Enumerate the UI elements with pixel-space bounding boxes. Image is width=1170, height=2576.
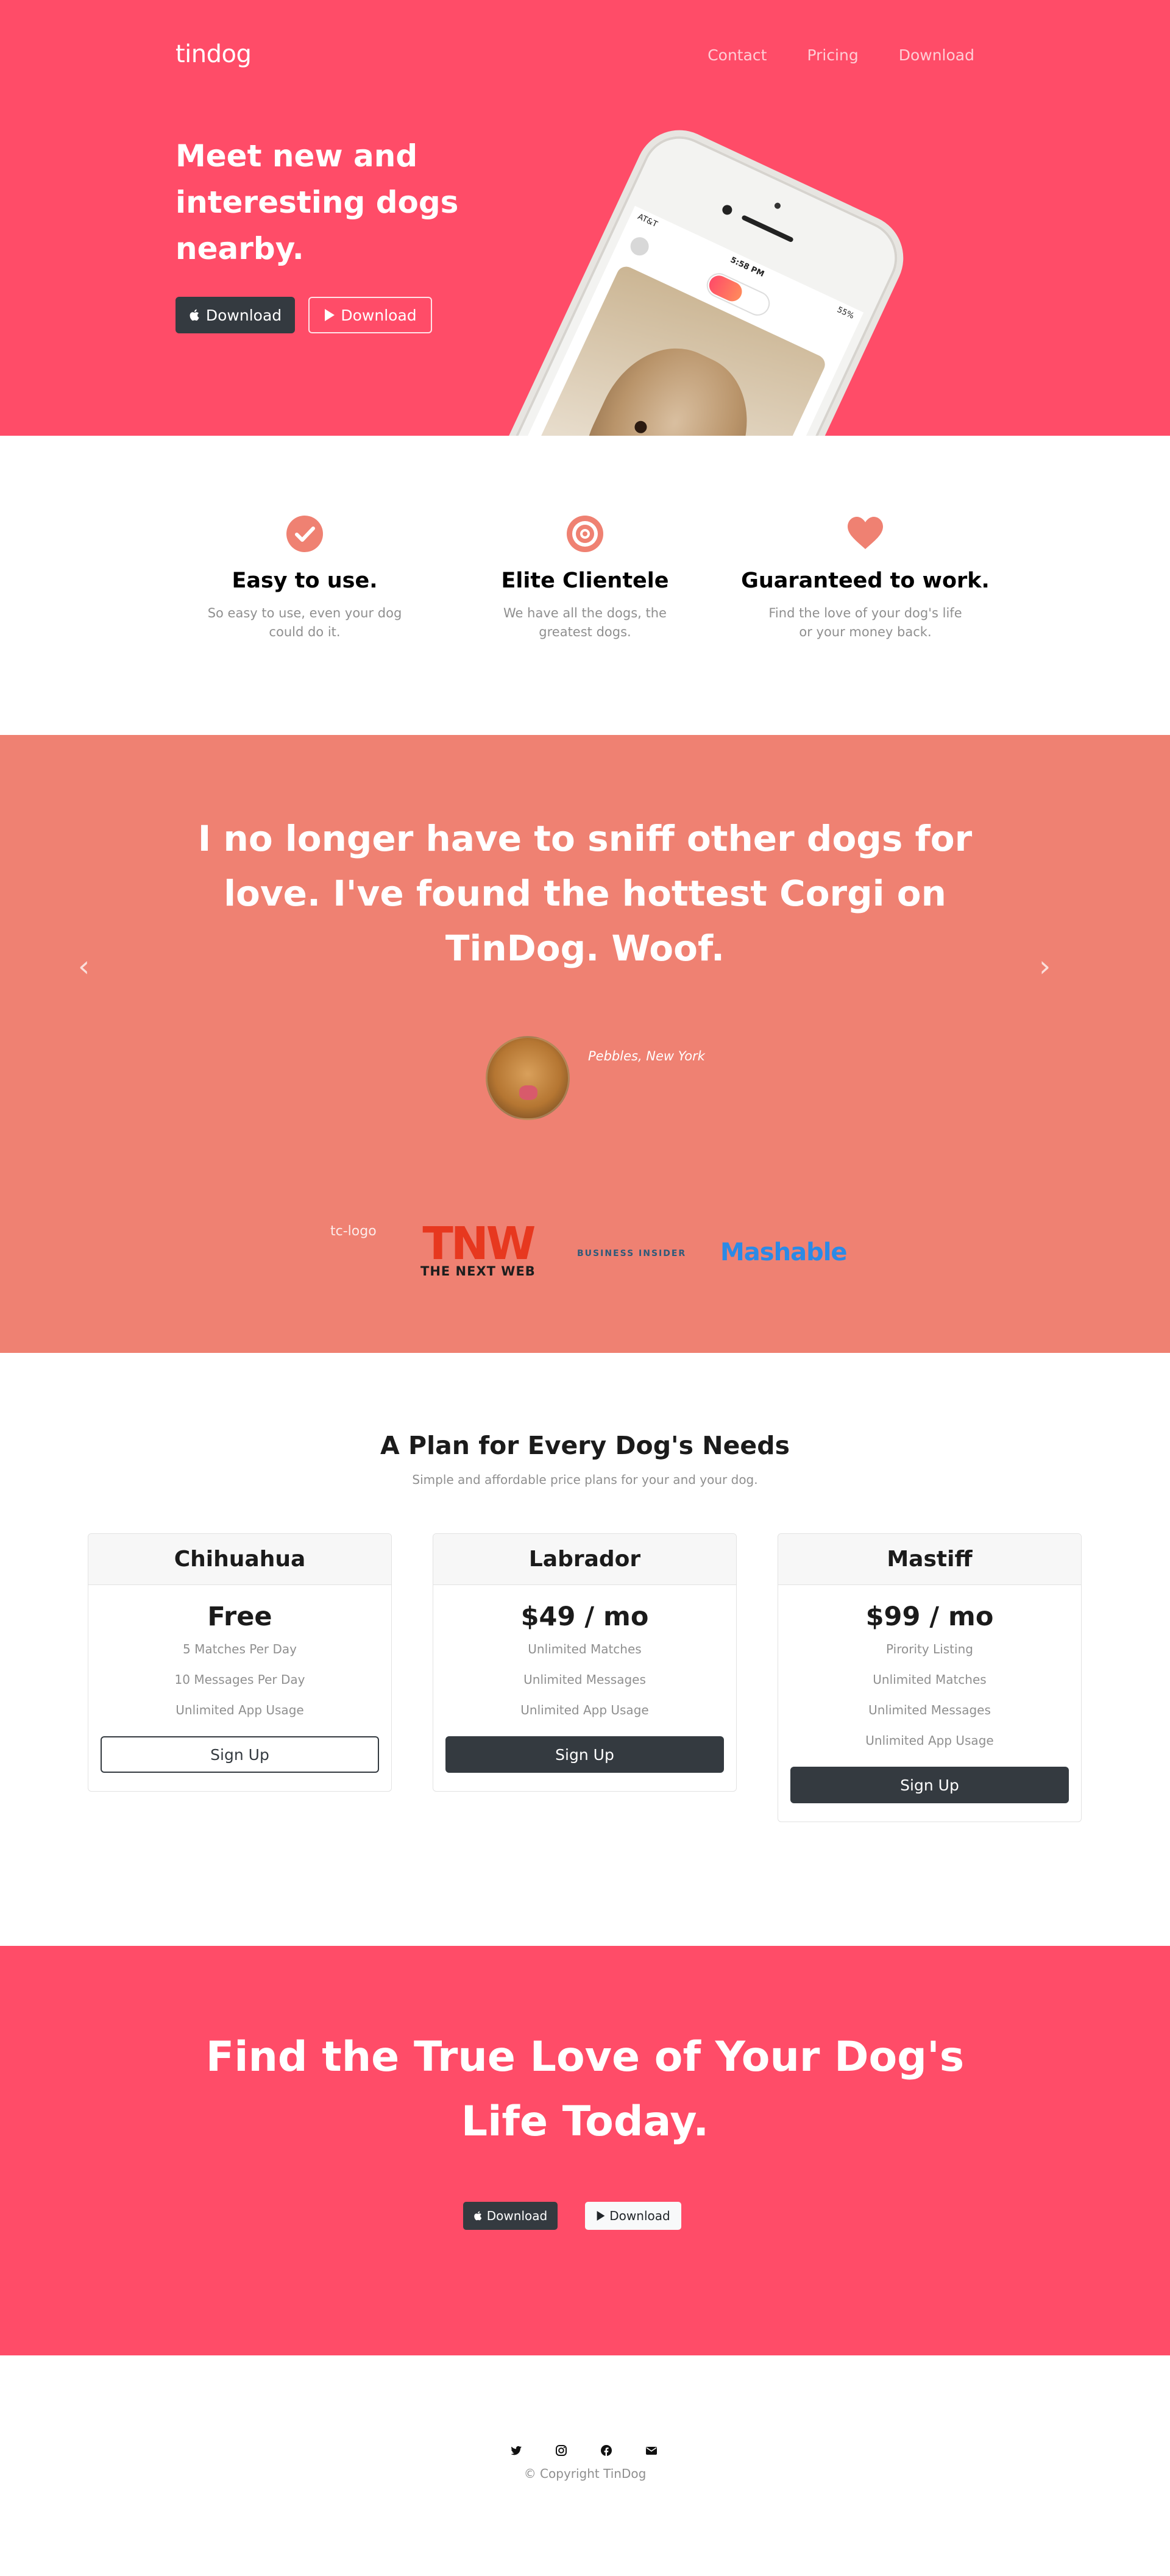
avatar-tongue bbox=[519, 1085, 537, 1100]
press-logo-mashable: Mashable bbox=[720, 1238, 848, 1266]
plan-feature: 5 Matches Per Day bbox=[183, 1642, 297, 1656]
bullseye-icon bbox=[567, 516, 603, 552]
phone-camera bbox=[720, 203, 734, 217]
testimonial-avatar bbox=[486, 1036, 570, 1120]
plan-card-mastiff: Mastiff $99 / mo Pirority Listing Unlimi… bbox=[778, 1533, 1082, 1822]
signup-button[interactable]: Sign Up bbox=[445, 1736, 724, 1773]
feature-text: We have all the dogs, the greatest dogs. bbox=[503, 606, 667, 639]
tnw-mark: TNW bbox=[422, 1218, 536, 1270]
phone-sensor bbox=[773, 202, 782, 210]
footer: © Copyright TinDog bbox=[0, 2355, 1170, 2576]
plan-feature: Unlimited App Usage bbox=[865, 1733, 994, 1748]
feature-text: Find the love of your dog's life or your… bbox=[768, 606, 962, 639]
twitter-icon[interactable] bbox=[510, 2444, 522, 2457]
feature-title: Elite Clientele bbox=[501, 569, 669, 593]
flame-toggle-icon bbox=[706, 272, 745, 305]
envelope-icon[interactable] bbox=[645, 2444, 658, 2457]
press-logo-business-insider: BUSINESS INSIDER bbox=[577, 1249, 687, 1258]
hero-heading: Meet new and interesting dogs nearby. bbox=[176, 138, 459, 266]
pricing-title: A Plan for Every Dog's Needs bbox=[380, 1431, 790, 1460]
cta-apple-label: Download bbox=[486, 2209, 548, 2223]
plan-card-chihuahua: Chihuahua Free 5 Matches Per Day 10 Mess… bbox=[88, 1533, 392, 1792]
plan-name: Labrador bbox=[433, 1534, 736, 1585]
plan-feature: Unlimited App Usage bbox=[520, 1703, 649, 1717]
features-section: Easy to use. So easy to use, even your d… bbox=[0, 436, 1170, 735]
plan-body: Free 5 Matches Per Day 10 Messages Per D… bbox=[88, 1585, 391, 1791]
google-play-download-button[interactable]: Download bbox=[308, 297, 432, 333]
feature-guaranteed: Guaranteed to work. Find the love of you… bbox=[737, 515, 993, 642]
plan-card-labrador: Labrador $49 / mo Unlimited Matches Unli… bbox=[433, 1533, 737, 1792]
instagram-icon[interactable] bbox=[555, 2444, 567, 2457]
plan-price: Free bbox=[207, 1602, 272, 1632]
feature-title: Easy to use. bbox=[232, 569, 378, 593]
plan-feature: Unlimited Messages bbox=[868, 1703, 991, 1717]
carousel-next-icon[interactable]: › bbox=[1039, 952, 1063, 981]
testimonial-section: ‹ › I no longer have to sniff other dogs… bbox=[0, 735, 1170, 1353]
feature-text: So easy to use, even your dog could do i… bbox=[207, 606, 402, 639]
facebook-icon[interactable] bbox=[600, 2444, 612, 2457]
nav-link-contact[interactable]: Contact bbox=[707, 46, 767, 64]
phone-time: 5:58 PM bbox=[729, 255, 766, 279]
dog-face bbox=[562, 325, 773, 436]
press-logo-techcrunch: tc-logo bbox=[330, 1224, 377, 1239]
phone-carrier: AT&T bbox=[636, 212, 659, 230]
plan-feature: Unlimited App Usage bbox=[176, 1703, 304, 1717]
plan-feature: Unlimited Messages bbox=[523, 1672, 646, 1687]
tnw-wordmark: THE NEXT WEB bbox=[420, 1264, 536, 1279]
feature-elite: Elite Clientele We have all the dogs, th… bbox=[457, 515, 713, 642]
plan-price: $49 / mo bbox=[520, 1602, 649, 1632]
heart-icon bbox=[848, 517, 883, 549]
cta-section: Find the True Love of Your Dog's Life To… bbox=[0, 1946, 1170, 2355]
plan-body: $99 / mo Pirority Listing Unlimited Matc… bbox=[778, 1585, 1081, 1822]
pricing-section: A Plan for Every Dog's Needs Simple and … bbox=[0, 1353, 1170, 1946]
apple-download-button[interactable]: Download bbox=[176, 297, 295, 333]
feature-title: Guaranteed to work. bbox=[741, 569, 990, 593]
pricing-subtitle: Simple and affordable price plans for yo… bbox=[412, 1472, 758, 1487]
brand-logo[interactable]: tindog bbox=[176, 40, 252, 68]
cta-google-label: Download bbox=[609, 2209, 670, 2223]
cta-apple-download-button[interactable]: Download bbox=[463, 2202, 558, 2230]
top-nav: Contact Pricing Download bbox=[707, 46, 974, 64]
profile-icon bbox=[627, 234, 652, 259]
apple-download-label: Download bbox=[205, 306, 282, 324]
social-links bbox=[510, 2444, 658, 2457]
play-icon bbox=[597, 2211, 605, 2221]
plan-feature: Unlimited Matches bbox=[528, 1642, 642, 1656]
plan-feature: Unlimited Matches bbox=[873, 1672, 987, 1687]
signup-button[interactable]: Sign Up bbox=[101, 1736, 379, 1773]
dog-eye-left bbox=[633, 419, 649, 436]
carousel-prev-icon[interactable]: ‹ bbox=[78, 952, 102, 981]
plan-body: $49 / mo Unlimited Matches Unlimited Mes… bbox=[433, 1585, 736, 1791]
phone-battery: 55% bbox=[835, 305, 856, 321]
plan-feature: 10 Messages Per Day bbox=[174, 1672, 305, 1687]
plan-name: Mastiff bbox=[778, 1534, 1081, 1585]
plan-feature: Pirority Listing bbox=[886, 1642, 973, 1656]
testimonial-quote: I no longer have to sniff other dogs for… bbox=[197, 818, 973, 969]
hero-section: tindog Contact Pricing Download Meet new… bbox=[0, 0, 1170, 436]
plan-price: $99 / mo bbox=[865, 1602, 994, 1632]
nav-link-download[interactable]: Download bbox=[899, 46, 974, 64]
plan-name: Chihuahua bbox=[88, 1534, 391, 1585]
play-icon bbox=[325, 309, 335, 321]
feature-easy: Easy to use. So easy to use, even your d… bbox=[177, 515, 433, 642]
cta-google-play-download-button[interactable]: Download bbox=[585, 2202, 681, 2230]
google-download-label: Download bbox=[341, 306, 417, 324]
apple-icon bbox=[190, 309, 199, 321]
copyright-text: © Copyright TinDog bbox=[523, 2466, 647, 2481]
cta-title: Find the True Love of Your Dog's Life To… bbox=[205, 2033, 965, 2146]
signup-button[interactable]: Sign Up bbox=[790, 1767, 1069, 1803]
check-circle-icon bbox=[286, 516, 323, 552]
apple-icon bbox=[474, 2211, 481, 2221]
press-logo-tnw: TNW THE NEXT WEB bbox=[420, 1218, 536, 1279]
testimonial-author: Pebbles, New York bbox=[588, 1049, 705, 1063]
phone-speaker bbox=[741, 215, 794, 243]
nav-link-pricing[interactable]: Pricing bbox=[807, 46, 858, 64]
